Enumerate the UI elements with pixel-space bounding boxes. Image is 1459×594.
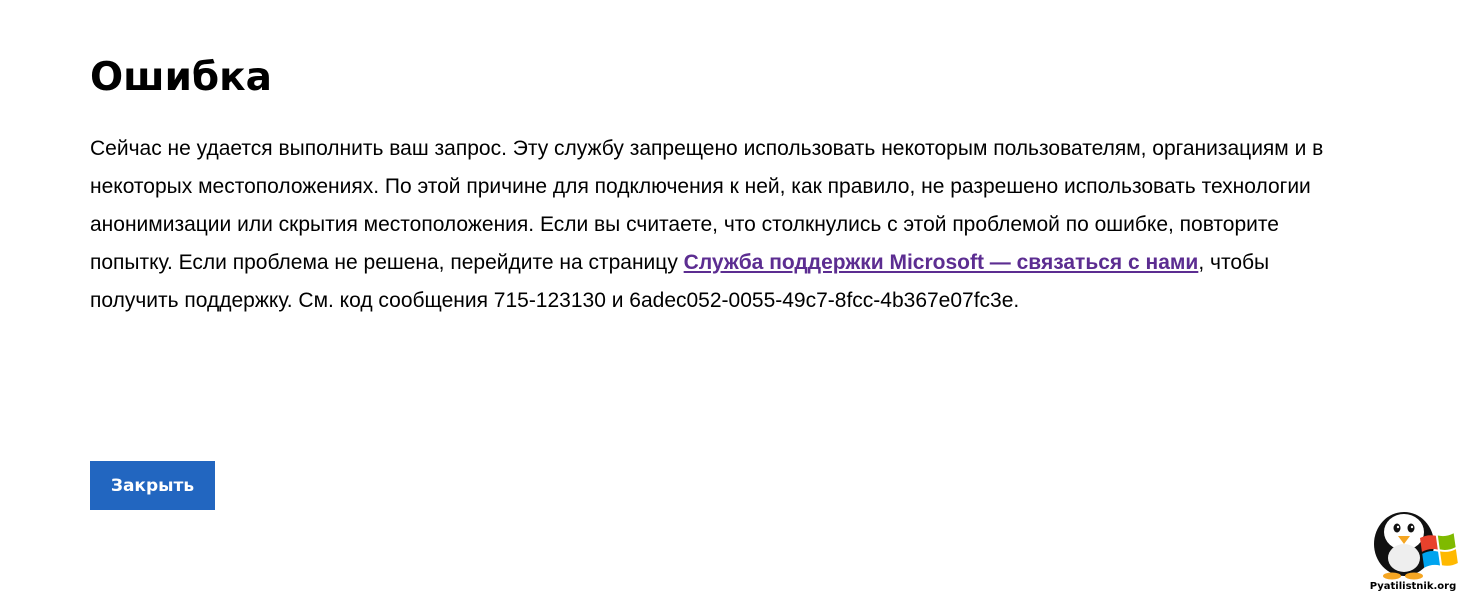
support-link[interactable]: Служба поддержки Microsoft — связаться с… [684,251,1199,274]
page-title: Ошибка [90,55,272,100]
watermark: Pyatilistnik.org [1368,498,1458,594]
watermark-text: Pyatilistnik.org [1369,581,1457,592]
penguin-windows-logo-icon [1374,512,1458,580]
error-message: Сейчас не удается выполнить ваш запрос. … [90,130,1360,320]
close-button[interactable]: Закрыть [90,461,215,510]
error-page: Ошибка Сейчас не удается выполнить ваш з… [90,52,1360,320]
